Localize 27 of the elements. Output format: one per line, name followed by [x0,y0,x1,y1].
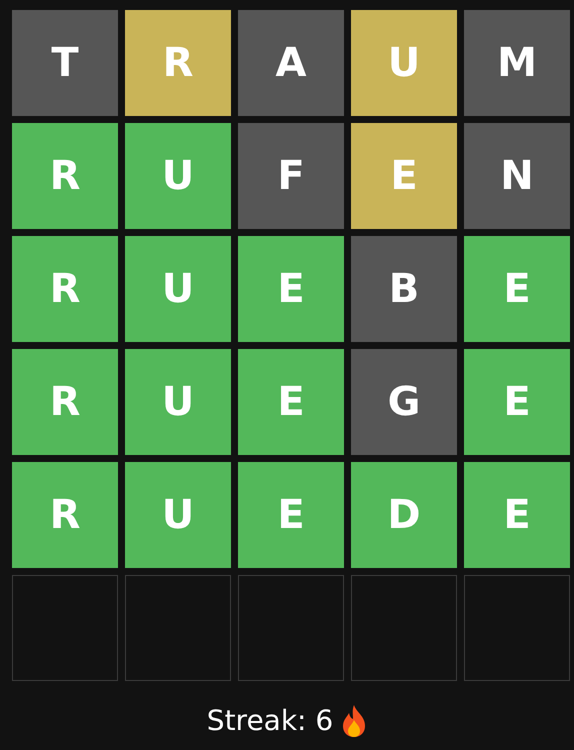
letter-tile: R [125,10,231,116]
letter-tile: F [238,123,344,229]
letter-tile: U [125,123,231,229]
letter-tile: E [464,236,570,342]
letter-tile: R [12,462,118,568]
streak-counter: Streak: 6 [206,704,334,737]
letter-tile: R [12,349,118,455]
letter-tile: E [464,349,570,455]
letter-tile: B [351,236,457,342]
letter-tile: T [12,10,118,116]
letter-tile: U [125,236,231,342]
letter-tile: N [464,123,570,229]
letter-tile: A [238,10,344,116]
letter-tile: D [351,462,457,568]
letter-tile: G [351,349,457,455]
letter-tile: U [351,10,457,116]
letter-tile: U [125,462,231,568]
letter-tile: E [464,462,570,568]
flame-icon [341,704,368,738]
letter-tile: E [351,123,457,229]
letter-tile: E [238,462,344,568]
letter-tile: E [238,349,344,455]
letter-tile: M [464,10,570,116]
letter-tile: R [12,236,118,342]
letter-tile: E [238,236,344,342]
letter-tile: U [125,349,231,455]
letter-tile: R [12,123,118,229]
